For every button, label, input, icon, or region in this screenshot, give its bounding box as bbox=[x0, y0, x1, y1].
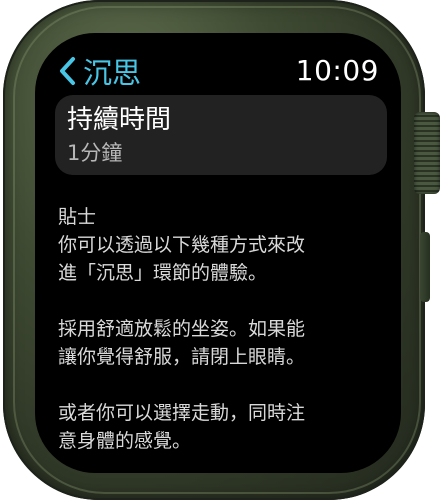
digital-crown[interactable] bbox=[414, 112, 440, 194]
tip-sitting: 採用舒適放鬆的坐姿。如果能 讓你覺得舒服，請閉上眼睛。 bbox=[58, 318, 306, 368]
status-bar: 沉思 10:09 bbox=[35, 51, 401, 91]
apple-watch: 沉思 10:09 持續時間 1分鐘 貼士 你可以透過以下幾種方式來改 進「沉思」… bbox=[0, 0, 442, 500]
duration-value: 1分鐘 bbox=[67, 141, 123, 165]
clock-time: 10:09 bbox=[295, 54, 379, 87]
tips-intro: 你可以透過以下幾種方式來改 進「沉思」環節的體驗。 bbox=[58, 234, 306, 284]
side-button[interactable] bbox=[420, 232, 430, 302]
watch-screen: 沉思 10:09 持續時間 1分鐘 貼士 你可以透過以下幾種方式來改 進「沉思」… bbox=[35, 33, 401, 473]
duration-cell[interactable]: 持續時間 1分鐘 bbox=[55, 95, 387, 175]
chevron-left-icon bbox=[60, 57, 75, 85]
back-label: 沉思 bbox=[83, 56, 142, 90]
tips-section: 貼士 你可以透過以下幾種方式來改 進「沉思」環節的體驗。 採用舒適放鬆的坐姿。如… bbox=[58, 203, 388, 455]
tip-walking: 或者你可以選擇走動，同時注 意身體的感覺。 bbox=[58, 402, 306, 452]
back-button[interactable]: 沉思 bbox=[57, 51, 141, 91]
tips-heading: 貼士 bbox=[58, 206, 97, 228]
duration-title: 持續時間 bbox=[67, 105, 172, 135]
